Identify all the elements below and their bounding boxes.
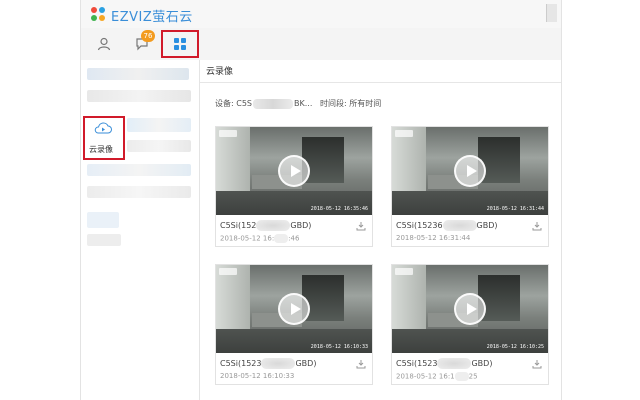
window-control[interactable] <box>546 4 557 22</box>
recording-name: C5Si(1523 GBD) <box>396 358 493 369</box>
logo-text: EZVIZ萤石云 <box>111 9 193 25</box>
app-logo: EZVIZ萤石云 <box>91 6 193 25</box>
ezviz-logo-icon <box>91 7 107 23</box>
blurred-sidebar-item <box>87 212 119 228</box>
play-icon[interactable] <box>454 155 486 187</box>
recording-time: 2018-05-12 16:31:44 <box>396 234 471 242</box>
download-icon[interactable] <box>532 221 542 231</box>
blurred-sidebar-item <box>87 68 189 80</box>
recording-card[interactable]: 2018-05-12 16:10:33 C5Si(1523 GBD) 2018-0… <box>215 264 373 385</box>
play-icon[interactable] <box>278 293 310 325</box>
recording-name: C5Si(152 GBD) <box>220 220 312 231</box>
user-icon <box>97 37 111 51</box>
recording-card[interactable]: 2018-05-12 16:10:25 C5Si(1523 GBD) 2018-0… <box>391 264 549 385</box>
download-icon[interactable] <box>532 359 542 369</box>
play-icon[interactable] <box>454 293 486 325</box>
blurred-sidebar-item <box>87 90 191 102</box>
redacted-mask <box>253 98 294 109</box>
recording-time: 2018-05-12 16::46 <box>220 234 300 243</box>
recording-time: 2018-05-12 16:1 25 <box>396 372 478 381</box>
watermark-logo <box>219 130 237 137</box>
sidebar-item-label: 云录像 <box>89 145 113 154</box>
watermark-logo <box>219 268 237 275</box>
video-thumbnail[interactable]: 2018-05-12 16:35:46 <box>216 127 372 215</box>
watermark-logo <box>395 130 413 137</box>
blurred-sidebar-item <box>87 164 191 176</box>
download-icon[interactable] <box>356 221 366 231</box>
period-label: 时间段: <box>320 99 347 108</box>
sidebar: 云录像 <box>81 60 200 400</box>
video-thumbnail[interactable]: 2018-05-12 16:10:25 <box>392 265 548 353</box>
video-timestamp: 2018-05-12 16:10:33 <box>310 344 368 350</box>
recording-card[interactable]: 2018-05-12 16:31:44 C5Si(15236 GBD) 2018-… <box>391 126 549 247</box>
play-icon[interactable] <box>278 155 310 187</box>
watermark-logo <box>395 268 413 275</box>
recording-card[interactable]: 2018-05-12 16:35:46 C5Si(152 GBD) 2018-05… <box>215 126 373 247</box>
filter-info: 设备: C5S BK... 时间段: 所有时间 <box>215 98 381 109</box>
panel-header: 云录像 <box>200 60 561 83</box>
user-tab[interactable] <box>91 32 117 56</box>
sidebar-item-cloud-recording[interactable]: 云录像 <box>83 116 125 160</box>
icon-toolbar: 76 <box>81 28 561 61</box>
video-timestamp: 2018-05-12 16:35:46 <box>310 206 368 212</box>
period-selector[interactable]: 所有时间 <box>349 99 381 108</box>
video-thumbnail[interactable]: 2018-05-12 16:10:33 <box>216 265 372 353</box>
blurred-sidebar-item <box>127 140 191 152</box>
grid-icon <box>174 38 186 50</box>
page-title: 云录像 <box>206 67 234 77</box>
recording-name: C5Si(1523 GBD) <box>220 358 317 369</box>
video-timestamp: 2018-05-12 16:10:25 <box>486 344 544 350</box>
recording-name: C5Si(15236 GBD) <box>396 220 498 231</box>
title-bar: EZVIZ萤石云 <box>81 0 561 28</box>
cloud-play-icon <box>94 122 112 134</box>
message-count-badge: 76 <box>141 30 155 42</box>
blurred-sidebar-item <box>127 118 191 132</box>
download-icon[interactable] <box>356 359 366 369</box>
apps-tab[interactable] <box>161 30 199 58</box>
device-label: 设备: <box>215 99 234 108</box>
recording-time: 2018-05-12 16:10:33 <box>220 372 295 380</box>
blurred-sidebar-item <box>87 234 121 246</box>
blurred-sidebar-item <box>87 186 191 198</box>
video-thumbnail[interactable]: 2018-05-12 16:31:44 <box>392 127 548 215</box>
video-timestamp: 2018-05-12 16:31:44 <box>486 206 544 212</box>
device-selector[interactable]: C5S BK... <box>236 98 312 109</box>
